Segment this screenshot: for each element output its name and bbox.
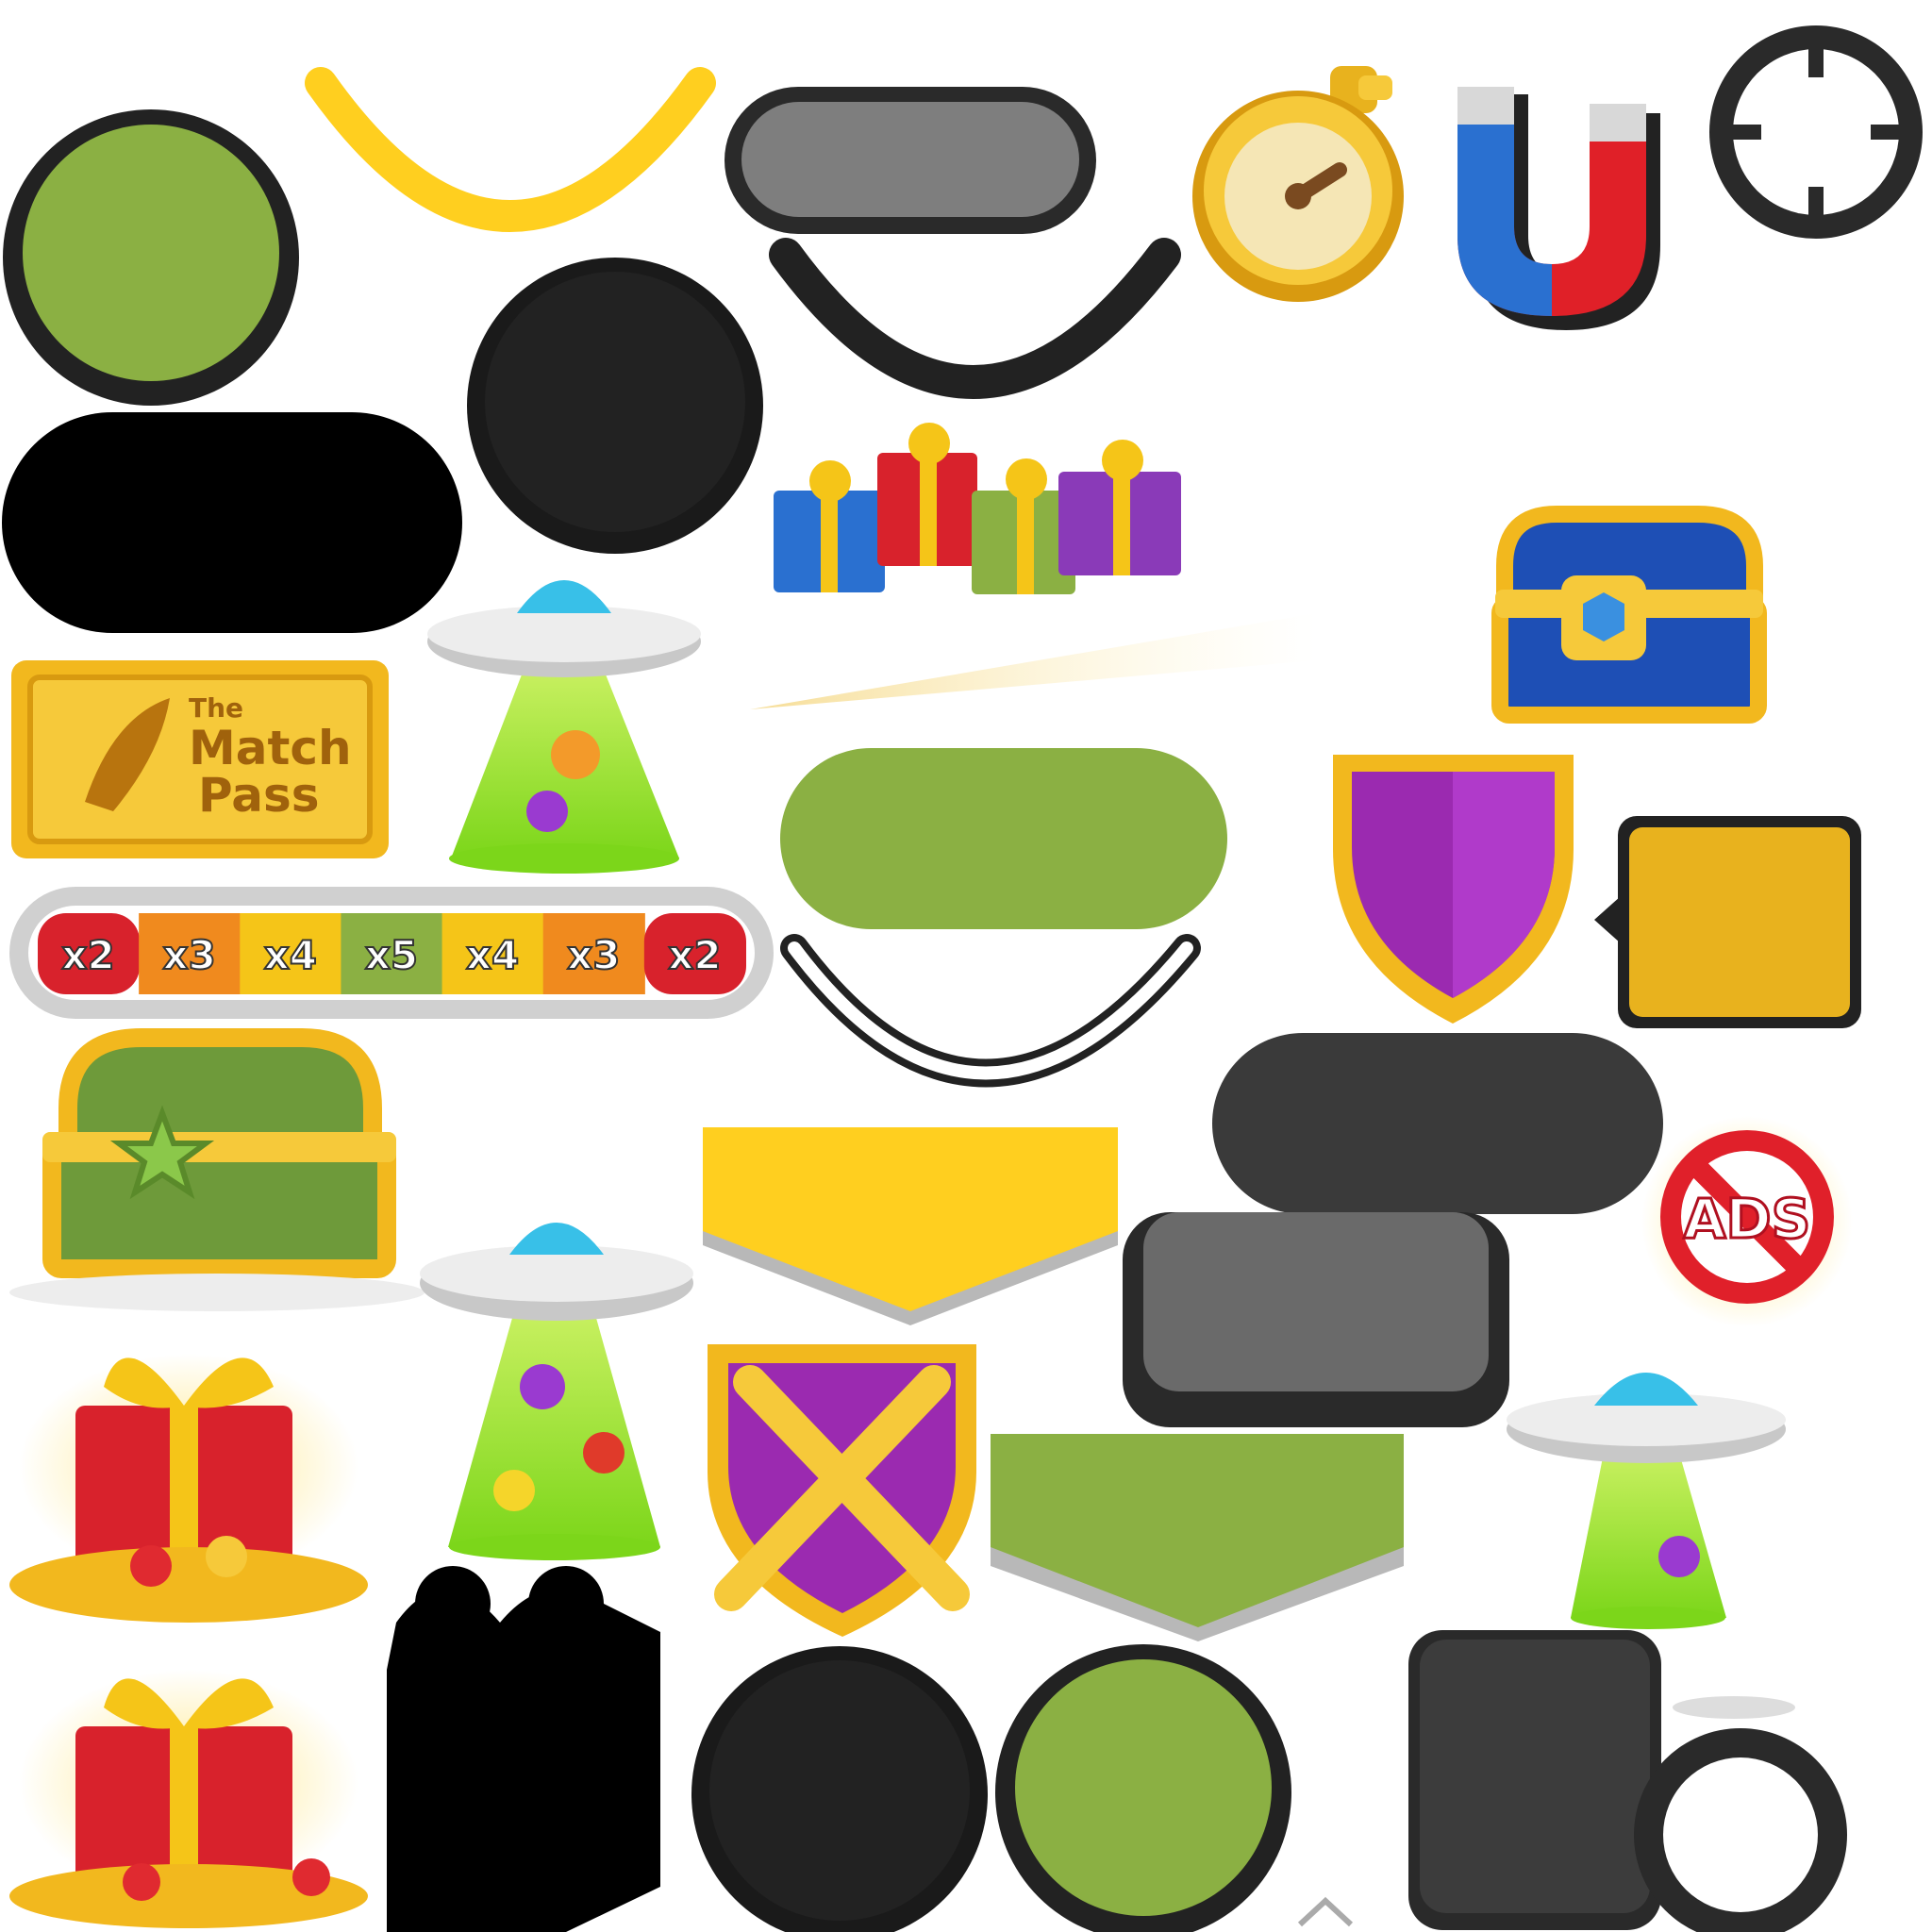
gift-with-coins-icon [9,1670,368,1928]
dark-square-button [1408,1630,1661,1930]
yellow-arc [305,67,716,232]
target-ring-icon [1709,25,1923,239]
multiplier-label: x5 [365,932,418,978]
green-round-button [3,109,299,406]
sprite-sheet: The Match Pass x2 x3 x4 x5 x4 x3 x2 ADS [2,25,1923,1932]
multiplier-label: x4 [466,932,519,978]
shadow-ellipse [1673,1696,1795,1719]
small-chevron-up-icon [1297,1896,1354,1927]
magnet-icon [1457,87,1660,330]
multiplier-label: x3 [163,932,216,978]
green-chest-icon [9,1028,425,1311]
match-pass-ticket: The Match Pass [11,660,389,858]
black-round-button [467,258,763,554]
ring-icon [1634,1728,1847,1932]
gray-pill-button [724,87,1096,234]
match-pass-line3: Pass [198,768,320,823]
multiplier-label: x2 [61,932,114,978]
green-banner [991,1434,1404,1641]
multiplier-label: x2 [668,932,721,978]
green-pill-button [780,748,1227,929]
ufo-icon [427,580,701,874]
crossed-swords-shield-icon [708,1344,976,1637]
light-ray [750,613,1316,709]
dark-pill-button [1212,1033,1663,1214]
gift-with-coins-icon [9,1354,368,1623]
ufo-icon [420,1223,693,1560]
multiplier-label: x3 [567,932,620,978]
gift-boxes-icon [774,423,1181,594]
white-arc-inner [788,941,1193,1080]
black-arc [769,238,1181,399]
green-round-button [995,1644,1291,1932]
match-pass-line1: The [189,692,243,724]
dark-gray-banner-button [1123,1212,1509,1427]
blue-chest-icon [1491,506,1767,724]
yellow-banner [703,1127,1118,1325]
gift-silhouette-icon [387,1566,660,1932]
black-round-button [691,1646,988,1932]
no-ads-label: ADS [1684,1187,1811,1251]
ufo-icon [1507,1373,1786,1629]
speech-bubble-icon [1594,816,1861,1028]
black-pill [2,412,462,633]
multiplier-label: x4 [264,932,317,978]
multiplier-bar: x2 x3 x4 x5 x4 x3 x2 [9,887,774,1019]
purple-shield-icon [1333,755,1574,1024]
no-ads-badge: ADS [1641,1116,1853,1327]
stopwatch-icon [1192,66,1404,302]
